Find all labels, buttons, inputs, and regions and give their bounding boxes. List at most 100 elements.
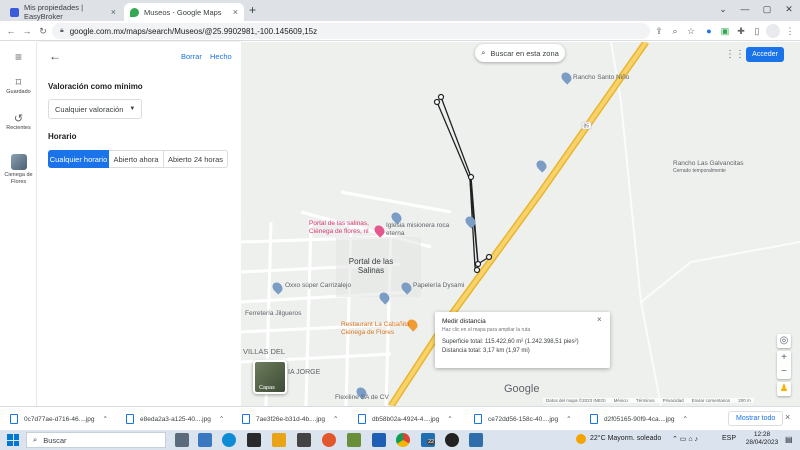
rating-dropdown[interactable]: Cualquier valoración ▼: [48, 99, 143, 119]
rail-saved[interactable]: ⌑ Guardado: [0, 76, 37, 95]
chevron-up-icon[interactable]: ⌃: [219, 415, 224, 423]
google-logo: Google: [504, 383, 540, 395]
app-icon[interactable]: [372, 433, 386, 447]
zoom-icon[interactable]: ⌕: [668, 24, 682, 38]
store-icon[interactable]: [247, 433, 261, 447]
windows-start-icon[interactable]: [7, 434, 19, 446]
attribution-terms[interactable]: Términos: [636, 398, 655, 403]
menu-icon[interactable]: ≡: [0, 50, 37, 64]
map-label-oxxo[interactable]: Oxxo súper Carrizalejo: [285, 282, 351, 289]
map-canvas[interactable]: 85 ⌕ Buscar en esta zona ⋮⋮ Acceder Ranc…: [241, 42, 800, 406]
app-icon[interactable]: [445, 433, 459, 447]
extension-skype-icon[interactable]: ●: [702, 24, 716, 38]
minimize-button[interactable]: —: [734, 0, 756, 20]
attribution-feedback[interactable]: Enviar comentarios: [692, 398, 731, 403]
map-label-rancho-galvancitas[interactable]: Rancho Las Galvancitas: [673, 160, 743, 167]
rail-recent-place[interactable]: Cienega de Flores: [0, 154, 37, 186]
layers-button[interactable]: Capas: [253, 360, 287, 394]
route-vertex[interactable]: [485, 253, 493, 261]
map-label-iglesia[interactable]: Iglesia misionera roca eterna: [386, 222, 461, 238]
maximize-button[interactable]: ▢: [756, 0, 778, 20]
show-all-downloads-button[interactable]: Mostrar todo: [728, 411, 784, 426]
weather-sun-icon: [576, 434, 586, 444]
bookmark-star-icon[interactable]: ☆: [684, 24, 698, 38]
file-icon: [10, 414, 18, 424]
done-button[interactable]: Hecho: [210, 52, 232, 61]
share-icon[interactable]: ⇪: [652, 24, 666, 38]
chevron-up-icon[interactable]: ⌃: [447, 415, 452, 423]
extensions-puzzle-icon[interactable]: ✚: [734, 24, 748, 38]
profile-avatar[interactable]: [766, 24, 780, 38]
clock[interactable]: 12:28 28/04/2023: [742, 431, 782, 447]
rail-recent[interactable]: ↺ Recientes: [0, 112, 37, 131]
mail-icon[interactable]: 22: [421, 433, 436, 447]
map-label-restaurant[interactable]: Restaurant La Cabañita Ciénega de Flores: [341, 321, 431, 337]
scale-label[interactable]: 200 m: [738, 398, 751, 403]
my-location-icon[interactable]: ◎: [777, 334, 791, 348]
forward-icon[interactable]: →: [20, 24, 34, 38]
photos-icon[interactable]: [469, 433, 483, 447]
input-language[interactable]: ESP: [722, 435, 736, 442]
zoom-out-button[interactable]: −: [777, 365, 791, 379]
close-window-button[interactable]: ✕: [778, 0, 800, 20]
hours-option-open-now[interactable]: Abierto ahora: [109, 150, 164, 168]
download-item[interactable]: db58b02a-4924-4....jpg ⌃: [358, 412, 453, 426]
side-panel-icon[interactable]: ▯: [750, 24, 764, 38]
search-this-area-button[interactable]: ⌕ Buscar en esta zona: [475, 44, 565, 62]
edge-icon[interactable]: [222, 433, 236, 447]
download-item[interactable]: 7ae3f26e-b31d-4b....jpg ⌃: [242, 412, 338, 426]
app-icon[interactable]: [297, 433, 311, 447]
firefox-icon[interactable]: [322, 433, 336, 447]
route-vertex[interactable]: [473, 266, 481, 274]
route-vertex[interactable]: [474, 260, 482, 268]
map-label-rancho-santo-nino[interactable]: Rancho Santo Niño: [573, 74, 629, 81]
attribution-country[interactable]: México: [614, 398, 628, 403]
zoom-in-button[interactable]: +: [777, 351, 791, 365]
chevron-up-icon[interactable]: ⌃: [566, 415, 571, 423]
close-icon[interactable]: ×: [785, 412, 790, 422]
app-icon[interactable]: [347, 433, 361, 447]
chevron-up-icon[interactable]: ⌃: [102, 415, 107, 423]
close-tab-icon[interactable]: ×: [233, 7, 238, 17]
map-label-ferreteria[interactable]: Ferretería Jilgueros: [245, 310, 301, 317]
chevron-up-icon[interactable]: ⌃: [682, 415, 687, 423]
tab-google-maps[interactable]: Museos - Google Maps ×: [124, 3, 244, 21]
task-view-icon[interactable]: [175, 433, 189, 447]
weather-text[interactable]: 22°C Mayorm. soleado: [590, 435, 661, 442]
widgets-icon[interactable]: [198, 433, 212, 447]
route-vertex[interactable]: [433, 98, 441, 106]
filters-panel: ← Borrar Hecho Valoración como mínimo Cu…: [37, 42, 241, 406]
sign-in-button[interactable]: Acceder: [746, 47, 784, 62]
download-item[interactable]: ce72dd56-158c-40....jpg ⌃: [474, 412, 572, 426]
map-label-flexiline[interactable]: Flexiline SA de CV: [335, 394, 389, 401]
download-item[interactable]: e8eda2a3-a125-40....jpg ⌃: [126, 412, 224, 426]
extension-icon[interactable]: ▣: [718, 24, 732, 38]
pegman-icon[interactable]: ♟: [777, 382, 791, 396]
arrow-back-icon[interactable]: ←: [49, 49, 61, 63]
browser-menu-icon[interactable]: ⋮: [783, 24, 797, 38]
tab-search-icon[interactable]: ⌄: [712, 0, 734, 20]
attribution-privacy[interactable]: Privacidad: [663, 398, 684, 403]
back-icon[interactable]: ←: [4, 24, 18, 38]
tray-icons[interactable]: ⌃ ▭ ⌂ ♪: [672, 435, 698, 443]
address-bar[interactable]: 🔒︎ google.com.mx/maps/search/Museos/@25.…: [52, 23, 650, 39]
taskbar-search-box[interactable]: ⌕ Buscar: [26, 432, 166, 448]
chrome-icon[interactable]: [396, 433, 410, 447]
reload-icon[interactable]: ↻: [36, 24, 50, 38]
apps-grid-icon[interactable]: ⋮⋮: [725, 49, 745, 60]
close-tab-icon[interactable]: ×: [111, 7, 116, 17]
close-icon[interactable]: ×: [597, 315, 602, 324]
download-item[interactable]: d2f05165-90f9-4ca....jpg ⌃: [590, 412, 688, 426]
hours-option-any[interactable]: Cualquier horario: [48, 150, 109, 168]
download-item[interactable]: 0c7d77ae-d716-46....jpg ⌃: [10, 412, 108, 426]
file-explorer-icon[interactable]: [272, 433, 286, 447]
map-label-papeleria[interactable]: Papelería Dysami: [413, 282, 464, 289]
hours-option-24h[interactable]: Abierto 24 horas: [164, 150, 228, 168]
route-vertex[interactable]: [437, 93, 445, 101]
chevron-up-icon[interactable]: ⌃: [333, 415, 338, 423]
new-tab-button[interactable]: +: [249, 3, 256, 17]
notifications-icon[interactable]: ▤: [785, 435, 793, 444]
clear-button[interactable]: Borrar: [181, 52, 202, 61]
tab-easybroker[interactable]: Mis propiedades | EasyBroker ×: [4, 3, 122, 21]
route-vertex[interactable]: [467, 173, 475, 181]
